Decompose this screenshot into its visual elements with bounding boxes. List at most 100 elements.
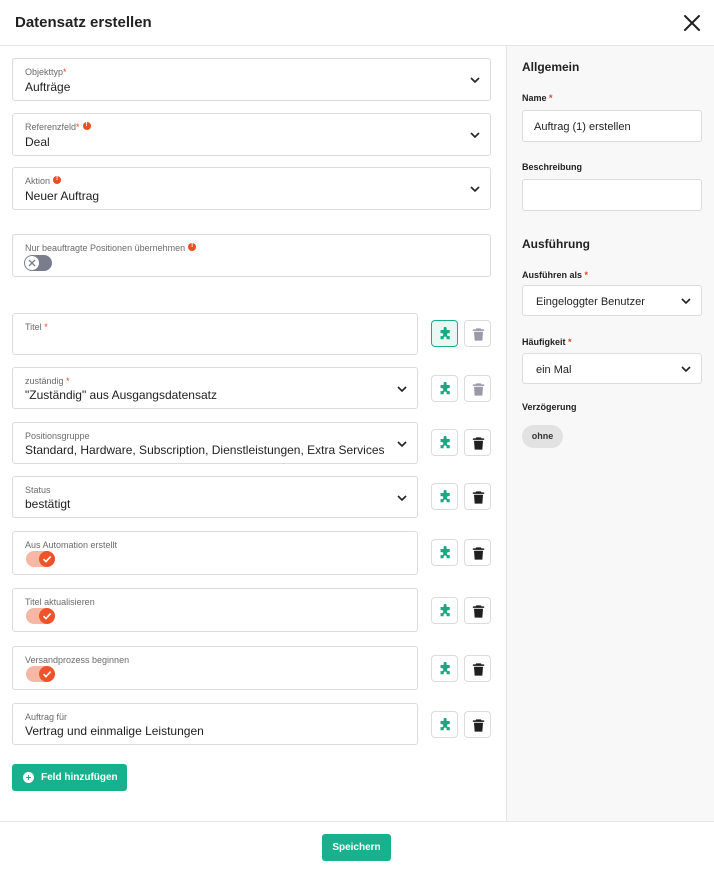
chevron-down-icon — [470, 77, 480, 84]
required-mark: * — [66, 376, 70, 386]
status-value: bestätigt — [25, 497, 71, 511]
delete-button[interactable] — [464, 539, 491, 566]
aktion-value: Neuer Auftrag — [25, 189, 100, 203]
objekttyp-select[interactable]: Objekttyp* Aufträge — [12, 58, 491, 101]
zustaendig-label: zuständig * — [25, 376, 70, 386]
plus-circle-icon — [23, 772, 34, 783]
trash-icon — [472, 663, 485, 676]
delete-button[interactable] — [464, 655, 491, 682]
aktion-label: Aktion — [25, 175, 62, 186]
trash-icon — [472, 383, 485, 396]
puzzle-icon — [440, 327, 450, 340]
toggle-knob — [39, 666, 55, 682]
trash-icon — [472, 437, 485, 450]
chevron-down-icon — [397, 441, 407, 448]
puzzle-icon — [440, 382, 450, 395]
beschreibung-input[interactable] — [522, 179, 702, 211]
auftrag-fuer-field[interactable]: Auftrag für Vertrag und einmalige Leistu… — [12, 703, 418, 745]
save-button[interactable]: Speichern — [322, 834, 391, 861]
titel-aktualisieren-field: Titel aktualisieren — [12, 588, 418, 632]
referenzfeld-select[interactable]: Referenzfeld* Deal — [12, 113, 491, 156]
add-field-button[interactable]: Feld hinzufügen — [12, 764, 127, 791]
variable-button[interactable] — [431, 375, 458, 402]
positionsgruppe-label: Positionsgruppe — [25, 431, 90, 441]
name-input[interactable]: Auftrag (1) erstellen — [522, 110, 702, 142]
delete-button[interactable] — [464, 320, 491, 347]
variable-button[interactable] — [431, 429, 458, 456]
nur-beauftragte-label: Nur beauftragte Positionen übernehmen — [25, 242, 197, 253]
required-mark: * — [584, 270, 589, 280]
puzzle-icon — [440, 604, 450, 617]
objekttyp-label: Objekttyp* — [25, 67, 67, 77]
dialog-footer: Speichern — [0, 821, 714, 870]
toggle-knob — [39, 608, 55, 624]
name-value: Auftrag (1) erstellen — [534, 121, 631, 133]
check-icon — [42, 556, 52, 563]
info-icon — [188, 242, 197, 251]
aus-automation-toggle[interactable] — [26, 551, 55, 567]
ausfuehren-als-label: Ausführen als * — [522, 270, 589, 280]
verzoegerung-pill[interactable]: ohne — [522, 425, 563, 448]
positionsgruppe-select[interactable]: Positionsgruppe Standard, Hardware, Subs… — [12, 422, 418, 464]
variable-button[interactable] — [431, 483, 458, 510]
ausfuehren-als-select[interactable]: Eingeloggter Benutzer — [522, 285, 702, 316]
ausfuehren-als-value: Eingeloggter Benutzer — [536, 296, 645, 308]
chevron-down-icon — [397, 386, 407, 393]
status-label: Status — [25, 485, 51, 495]
referenzfeld-label: Referenzfeld* — [25, 121, 91, 132]
versandprozess-toggle[interactable] — [26, 666, 55, 682]
required-mark: * — [549, 93, 553, 103]
variable-button[interactable] — [431, 597, 458, 624]
create-record-dialog: Datensatz erstellen Objekttyp* Aufträge … — [0, 0, 714, 870]
variable-button[interactable] — [431, 539, 458, 566]
titel-aktualisieren-toggle[interactable] — [26, 608, 55, 624]
dialog-title: Datensatz erstellen — [15, 14, 152, 31]
beschreibung-label: Beschreibung — [522, 162, 583, 172]
haeufigkeit-label: Häufigkeit * — [522, 337, 572, 347]
verzoegerung-label: Verzögerung — [522, 402, 577, 412]
chevron-down-icon — [470, 186, 480, 193]
puzzle-icon — [440, 662, 450, 675]
trash-icon — [472, 719, 485, 732]
required-mark: * — [568, 337, 572, 347]
versandprozess-field: Versandprozess beginnen — [12, 646, 418, 690]
aus-automation-field: Aus Automation erstellt — [12, 531, 418, 575]
section-allgemein: Allgemein — [522, 60, 580, 74]
zustaendig-select[interactable]: zuständig * "Zuständig" aus Ausgangsdate… — [12, 367, 418, 409]
status-select[interactable]: Status bestätigt — [12, 476, 418, 518]
check-icon — [42, 671, 52, 678]
delete-button[interactable] — [464, 483, 491, 510]
puzzle-icon — [440, 490, 450, 503]
haeufigkeit-select[interactable]: ein Mal — [522, 353, 702, 384]
chevron-down-icon — [681, 366, 691, 373]
variable-button[interactable] — [431, 711, 458, 738]
close-icon[interactable] — [681, 12, 703, 34]
variable-button[interactable] — [431, 655, 458, 682]
required-mark: * — [76, 122, 80, 132]
trash-icon — [472, 605, 485, 618]
toggle-knob — [39, 551, 55, 567]
variable-button[interactable] — [431, 320, 458, 347]
required-mark: * — [63, 67, 67, 77]
delete-button[interactable] — [464, 429, 491, 456]
trash-icon — [472, 328, 485, 341]
referenzfeld-value: Deal — [25, 135, 50, 149]
aktion-select[interactable]: Aktion Neuer Auftrag — [12, 167, 491, 210]
titel-field[interactable]: Titel * — [12, 313, 418, 355]
add-field-label: Feld hinzufügen — [41, 772, 118, 783]
dialog-header: Datensatz erstellen — [0, 0, 714, 46]
delete-button[interactable] — [464, 375, 491, 402]
x-icon — [28, 259, 36, 267]
zustaendig-value: "Zuständig" aus Ausgangsdatensatz — [25, 388, 217, 402]
main-form: Objekttyp* Aufträge Referenzfeld* Deal A… — [0, 46, 506, 821]
auftrag-fuer-label: Auftrag für — [25, 712, 68, 722]
chevron-down-icon — [681, 298, 691, 305]
puzzle-icon — [440, 718, 450, 731]
puzzle-icon — [440, 436, 450, 449]
trash-icon — [472, 547, 485, 560]
nur-beauftragte-toggle[interactable] — [24, 255, 52, 271]
check-icon — [42, 613, 52, 620]
delete-button[interactable] — [464, 597, 491, 624]
delete-button[interactable] — [464, 711, 491, 738]
trash-icon — [472, 491, 485, 504]
